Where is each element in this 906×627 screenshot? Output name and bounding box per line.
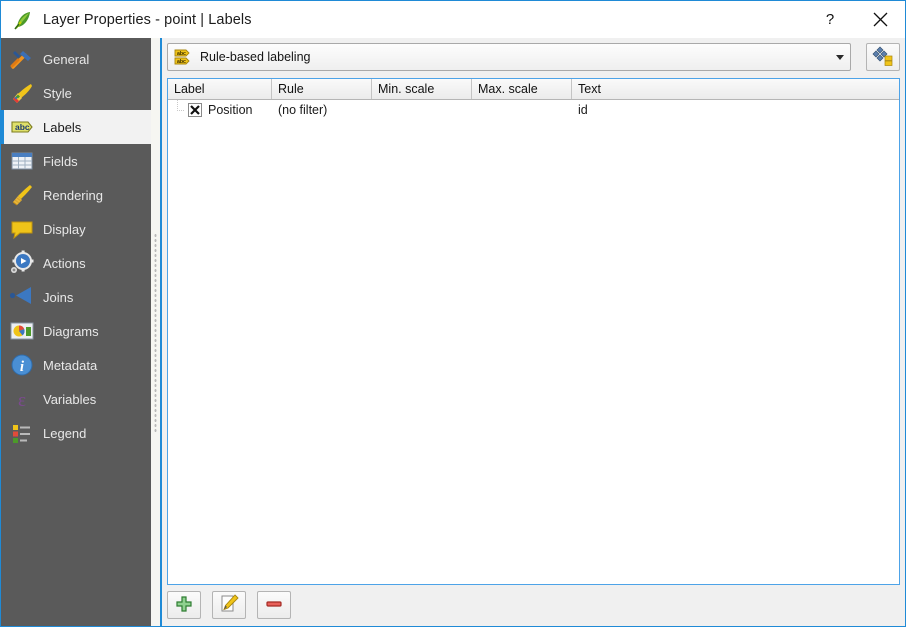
- sidebar-item-label: Diagrams: [43, 323, 99, 339]
- paintbrush-icon: [9, 80, 35, 106]
- sidebar-item-label: Fields: [43, 153, 78, 169]
- sidebar-item-display[interactable]: Display: [1, 212, 151, 246]
- sidebar-item-label: Rendering: [43, 187, 103, 203]
- labeling-mode-combobox[interactable]: abc abc Rule-based labeling: [167, 43, 851, 71]
- sidebar-item-actions[interactable]: Actions: [1, 246, 151, 280]
- panel-splitter[interactable]: [151, 38, 160, 626]
- rule-text: id: [578, 103, 588, 117]
- column-header-rule[interactable]: Rule: [272, 79, 372, 99]
- remove-rule-button[interactable]: [257, 591, 291, 619]
- svg-text:abc: abc: [177, 59, 186, 65]
- close-icon: [873, 12, 888, 27]
- sidebar-item-label: Actions: [43, 255, 86, 271]
- title-bar: Layer Properties - point | Labels ?: [1, 1, 905, 38]
- sidebar-item-label: General: [43, 51, 90, 67]
- rule-enabled-checkbox[interactable]: [188, 103, 202, 117]
- table-body: Position (no filter) id: [168, 100, 899, 120]
- column-header-text[interactable]: Text: [572, 79, 899, 99]
- add-rule-button[interactable]: [167, 591, 201, 619]
- sidebar-item-label: Joins: [43, 289, 74, 305]
- sidebar-item-variables[interactable]: ε Variables: [1, 382, 151, 416]
- labeling-mode-value: Rule-based labeling: [200, 50, 311, 64]
- rule-max-scale: [472, 100, 572, 120]
- rule-min-scale: [372, 100, 472, 120]
- sidebar-item-joins[interactable]: Joins: [1, 280, 151, 314]
- abc-label-icon: abc: [9, 114, 35, 140]
- epsilon-icon: ε: [9, 386, 35, 412]
- chevron-down-icon[interactable]: [830, 44, 850, 70]
- broom-icon: [9, 182, 35, 208]
- column-header-max-scale[interactable]: Max. scale: [472, 79, 572, 99]
- sidebar-item-label: Display: [43, 221, 86, 237]
- layer-properties-dialog: Layer Properties - point | Labels ? Gene…: [0, 0, 906, 627]
- title-help-button[interactable]: ?: [807, 1, 853, 38]
- rule-filter: (no filter): [278, 103, 328, 117]
- sidebar-item-label: Style: [43, 85, 72, 101]
- edit-rule-button[interactable]: [212, 591, 246, 619]
- sidebar-item-diagrams[interactable]: Diagrams: [1, 314, 151, 348]
- hammer-wrench-icon: [9, 46, 35, 72]
- settings-sidebar: General Style abc Labels Fields Renderin…: [1, 38, 151, 626]
- svg-text:ε: ε: [18, 390, 26, 411]
- rule-based-labeling-icon: abc abc: [173, 47, 193, 67]
- rule-label: Position: [208, 103, 253, 117]
- question-mark-icon: ?: [825, 11, 835, 28]
- column-header-min-scale[interactable]: Min. scale: [372, 79, 472, 99]
- qgis-leaf-icon: [13, 10, 33, 30]
- svg-text:abc: abc: [177, 51, 186, 57]
- svg-text:abc: abc: [15, 122, 30, 132]
- splitter-grip: [154, 233, 157, 433]
- sidebar-item-fields[interactable]: Fields: [1, 144, 151, 178]
- labeling-mode-row: abc abc Rule-based labeling: [167, 43, 900, 71]
- legend-swatch-icon: [9, 420, 35, 446]
- labeling-rules-table[interactable]: Label Rule Min. scale Max. scale Text Po…: [167, 78, 900, 585]
- sidebar-item-metadata[interactable]: i Metadata: [1, 348, 151, 382]
- automated-placement-icon: [872, 45, 894, 70]
- sidebar-item-labels[interactable]: abc Labels: [1, 110, 151, 144]
- red-minus-icon: [265, 595, 283, 616]
- column-header-label[interactable]: Label: [168, 79, 272, 99]
- sidebar-item-legend[interactable]: Legend: [1, 416, 151, 450]
- speech-bubble-icon: [9, 216, 35, 242]
- table-row[interactable]: Position (no filter) id: [168, 100, 899, 120]
- sidebar-item-label: Legend: [43, 425, 87, 441]
- sidebar-item-general[interactable]: General: [1, 42, 151, 76]
- pie-chart-icon: [9, 318, 35, 344]
- sidebar-item-label: Metadata: [43, 357, 98, 373]
- info-circle-icon: i: [9, 352, 35, 378]
- sidebar-item-style[interactable]: Style: [1, 76, 151, 110]
- gear-play-icon: [9, 250, 35, 276]
- window-title: Layer Properties - point | Labels: [43, 11, 252, 28]
- tree-branch-icon: [174, 100, 188, 120]
- table-header-row: Label Rule Min. scale Max. scale Text: [168, 79, 899, 100]
- rule-toolbar: [167, 591, 291, 619]
- sidebar-item-label: Variables: [43, 391, 97, 407]
- automated-placement-button[interactable]: [866, 43, 900, 71]
- close-window-button[interactable]: [857, 1, 903, 38]
- sidebar-item-rendering[interactable]: Rendering: [1, 178, 151, 212]
- pencil-edit-icon: [219, 593, 239, 617]
- labels-panel: abc abc Rule-based labeling Label Rule M…: [162, 38, 905, 626]
- green-plus-icon: [175, 595, 193, 616]
- sidebar-item-label: Labels: [43, 119, 82, 135]
- table-grid-icon: [9, 148, 35, 174]
- join-arrow-icon: [9, 284, 35, 310]
